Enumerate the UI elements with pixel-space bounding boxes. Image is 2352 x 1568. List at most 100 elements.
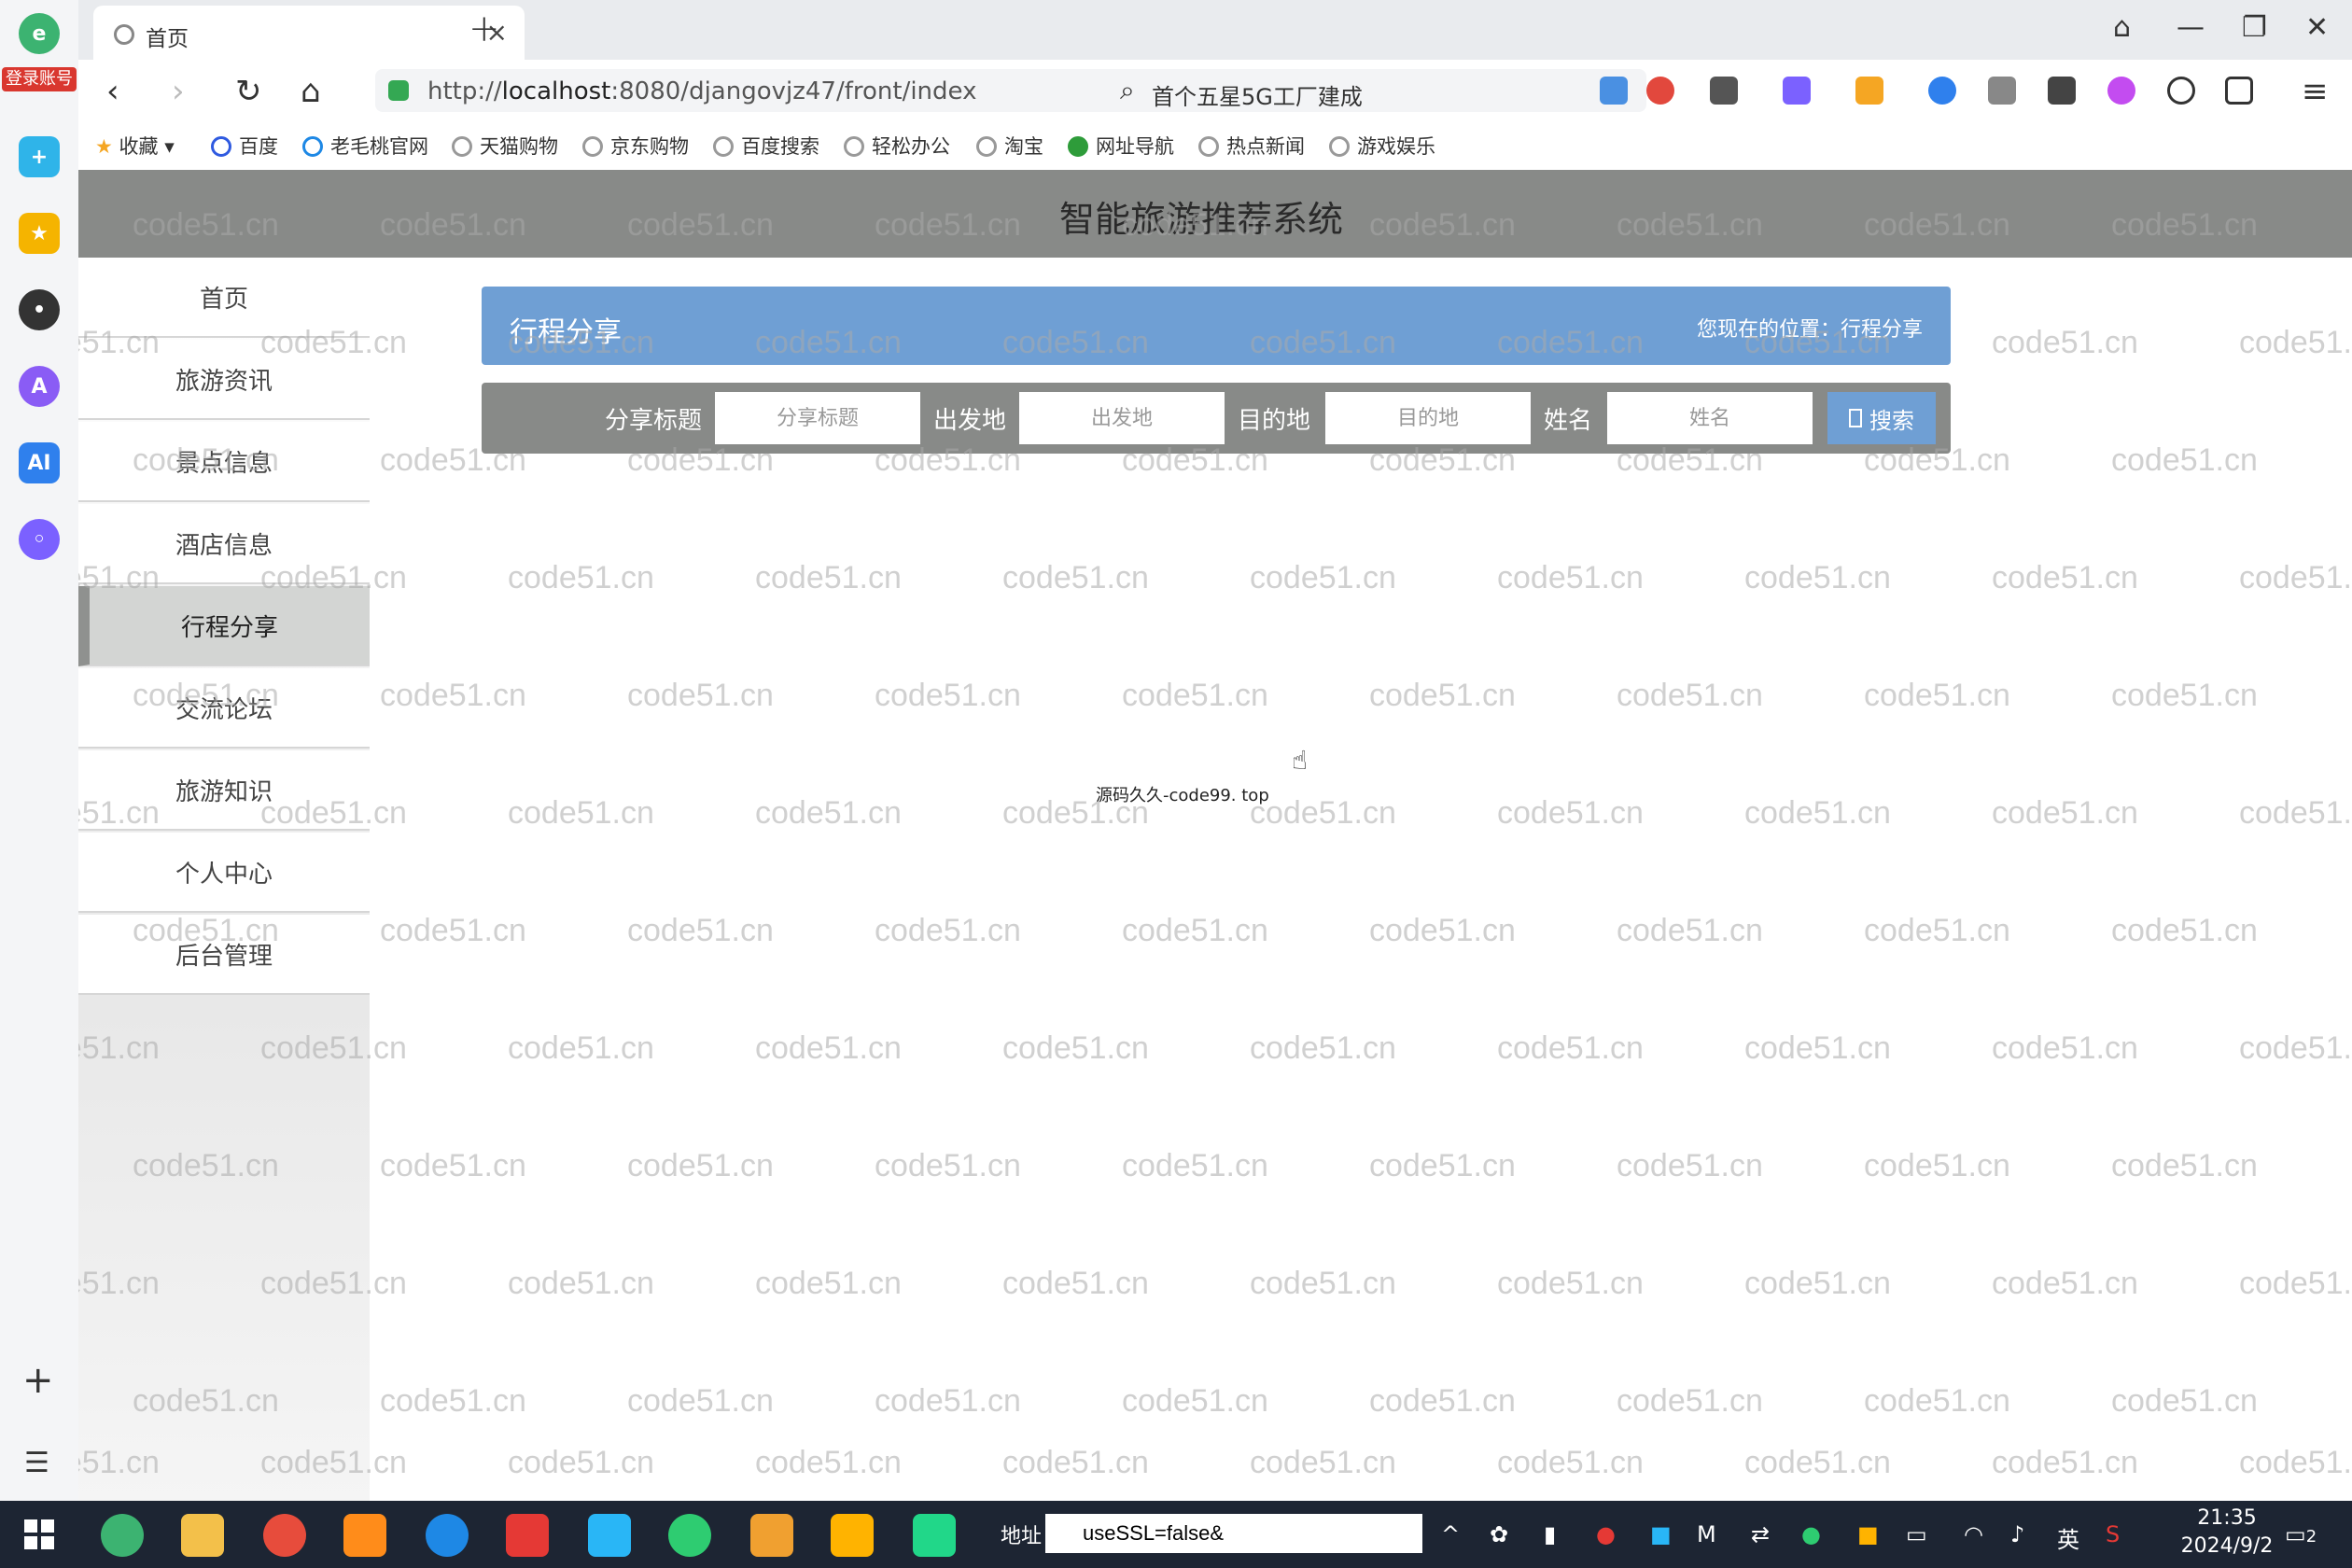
pycharm-icon[interactable]	[913, 1514, 956, 1557]
clock-date[interactable]: 2024/9/2	[2162, 1534, 2292, 1558]
bookmark-baidu[interactable]: 百度	[211, 132, 278, 160]
tray-app-icon[interactable]: ✿	[1490, 1521, 1508, 1547]
destination-input[interactable]	[1325, 392, 1531, 444]
mail-tray-icon[interactable]: M	[1697, 1521, 1716, 1547]
navigation-bar: ‹ › ↻ ⌂ http://localhost:8080/djangovjz4…	[78, 60, 2352, 119]
extension-icon[interactable]	[1988, 77, 2016, 105]
menu-item-travel-news[interactable]: 旅游资讯	[78, 340, 370, 420]
bookmark-nav[interactable]: 网址导航	[1068, 132, 1174, 160]
scissors-icon[interactable]	[1710, 77, 1738, 105]
remote-tray-icon[interactable]: ■	[1650, 1521, 1672, 1547]
wechat-tray-icon[interactable]: ●	[1801, 1521, 1821, 1547]
notification-icon[interactable]: ▭2	[2285, 1521, 2317, 1547]
menu-item-home[interactable]: 首页	[78, 258, 370, 338]
watermark-text: code51.cn	[1617, 678, 1763, 713]
browser-logo-icon[interactable]: e	[19, 13, 60, 54]
minimize-icon[interactable]: —	[2177, 11, 2205, 44]
menu-item-travel-knowledge[interactable]: 旅游知识	[78, 750, 370, 831]
menu-item-profile[interactable]: 个人中心	[78, 833, 370, 913]
settings-tray-icon[interactable]: ⇄	[1751, 1521, 1770, 1547]
menu-item-label: 酒店信息	[175, 531, 273, 560]
window-close-icon[interactable]: ✕	[2305, 11, 2329, 44]
add-icon[interactable]: +	[22, 1359, 54, 1402]
bookmark-jd[interactable]: 京东购物	[582, 132, 689, 160]
navicat-icon[interactable]	[750, 1514, 793, 1557]
name-input[interactable]	[1607, 392, 1813, 444]
home-icon[interactable]: ⌂	[301, 73, 321, 110]
address-bar[interactable]: http://localhost:8080/djangovjz47/front/…	[375, 69, 1187, 112]
battery-icon[interactable]: ▭	[1906, 1521, 1927, 1547]
login-account-badge[interactable]: 登录账号	[2, 67, 77, 91]
bookmark-games[interactable]: 游戏娱乐	[1329, 132, 1435, 160]
site-title: 智能旅游推荐系统	[1058, 199, 1343, 240]
bookmark-laomaotao[interactable]: 老毛桃官网	[302, 132, 428, 160]
browser-taskbar-icon[interactable]	[101, 1514, 144, 1557]
ai-assistant-icon[interactable]: A	[19, 366, 60, 407]
back-icon[interactable]: ‹	[106, 73, 119, 110]
kugou-icon[interactable]	[831, 1514, 874, 1557]
ai-icon[interactable]: AI	[19, 442, 60, 483]
forward-icon[interactable]: ›	[172, 73, 185, 110]
taskbar-address-input[interactable]	[1045, 1514, 1422, 1553]
wifi-icon[interactable]: ◠	[1964, 1521, 1983, 1547]
watermark-text: code51.cn	[627, 678, 774, 713]
menu-icon[interactable]: ≡	[2302, 73, 2329, 110]
menu-item-admin[interactable]: 后台管理	[78, 915, 370, 995]
clock-time[interactable]: 21:35	[2162, 1506, 2292, 1530]
kugou-tray-icon[interactable]: ■	[1857, 1521, 1879, 1547]
menu-item-attractions[interactable]: 景点信息	[78, 422, 370, 502]
edge-icon[interactable]	[426, 1514, 469, 1557]
chat-bot-icon[interactable]: ◦	[19, 519, 60, 560]
mail-icon[interactable]	[1600, 77, 1628, 105]
chrome-icon[interactable]	[263, 1514, 306, 1557]
bookmark-news[interactable]: 热点新闻	[1198, 132, 1305, 160]
apps-grid-icon[interactable]	[2048, 77, 2076, 105]
remote-desktop-icon[interactable]	[588, 1514, 631, 1557]
watermark-text: code51.cn	[627, 1383, 774, 1419]
robot-icon[interactable]: •	[19, 289, 60, 330]
watermark-text: code51.cn	[875, 913, 1021, 948]
watermark-text: code51.cn	[2239, 1030, 2352, 1066]
sogou-icon[interactable]: S	[2106, 1521, 2120, 1547]
plugin-icon[interactable]: +	[19, 136, 60, 177]
ime-indicator[interactable]: 英	[2057, 1521, 2079, 1554]
favorites-star-icon[interactable]: ★	[19, 213, 60, 254]
shield-extension-icon[interactable]	[1855, 77, 1883, 105]
browser-search-box[interactable]: ⌕ 首个五星5G工厂建成	[1105, 69, 1646, 112]
search-button[interactable]: 搜索	[1827, 392, 1936, 444]
sublime-icon[interactable]	[343, 1514, 386, 1557]
bookmark-tmall[interactable]: 天猫购物	[452, 132, 558, 160]
wps-icon[interactable]	[506, 1514, 549, 1557]
file-explorer-icon[interactable]	[181, 1514, 224, 1557]
tab-bar: 首页 × + ⌂ — ❐ ✕	[78, 0, 2352, 60]
show-hidden-icons-icon[interactable]: ^	[1441, 1521, 1460, 1547]
undo-icon[interactable]	[2225, 77, 2253, 105]
menu-item-hotels[interactable]: 酒店信息	[78, 504, 370, 584]
bookmark-baidu-search[interactable]: 百度搜索	[713, 132, 819, 160]
tab-home[interactable]: 首页 ×	[93, 6, 525, 60]
magnifier-icon[interactable]	[1928, 77, 1956, 105]
skin-icon[interactable]: ⌂	[2113, 11, 2131, 44]
list-icon[interactable]: ☰	[24, 1447, 49, 1479]
usb-icon[interactable]: ▮	[1544, 1521, 1556, 1547]
secure-shield-icon	[388, 80, 409, 101]
antivirus-icon[interactable]: ●	[1596, 1521, 1616, 1547]
ai-extension-icon[interactable]	[2107, 77, 2135, 105]
windows-start-icon[interactable]	[24, 1519, 54, 1549]
bookmark-favorites[interactable]: ★ 收藏 ▾	[95, 132, 175, 160]
bookmark-taobao[interactable]: 淘宝	[976, 132, 1043, 160]
reload-icon[interactable]: ↻	[235, 73, 262, 110]
restore-icon[interactable]: ❐	[2242, 11, 2267, 44]
brightness-icon[interactable]	[2167, 77, 2195, 105]
menu-item-trip-share[interactable]: 行程分享	[78, 586, 370, 666]
share-title-input[interactable]	[715, 392, 920, 444]
volume-icon[interactable]: ♪	[2010, 1521, 2024, 1547]
translate-icon[interactable]	[1783, 77, 1811, 105]
bookmark-office[interactable]: 轻松办公	[844, 132, 950, 160]
wechat-icon[interactable]	[668, 1514, 711, 1557]
origin-input[interactable]	[1019, 392, 1225, 444]
menu-item-forum[interactable]: 交流论坛	[78, 668, 370, 749]
weibo-icon[interactable]	[1646, 77, 1674, 105]
new-tab-icon[interactable]: +	[469, 7, 500, 50]
bookmark-label: 老毛桃官网	[330, 135, 428, 158]
